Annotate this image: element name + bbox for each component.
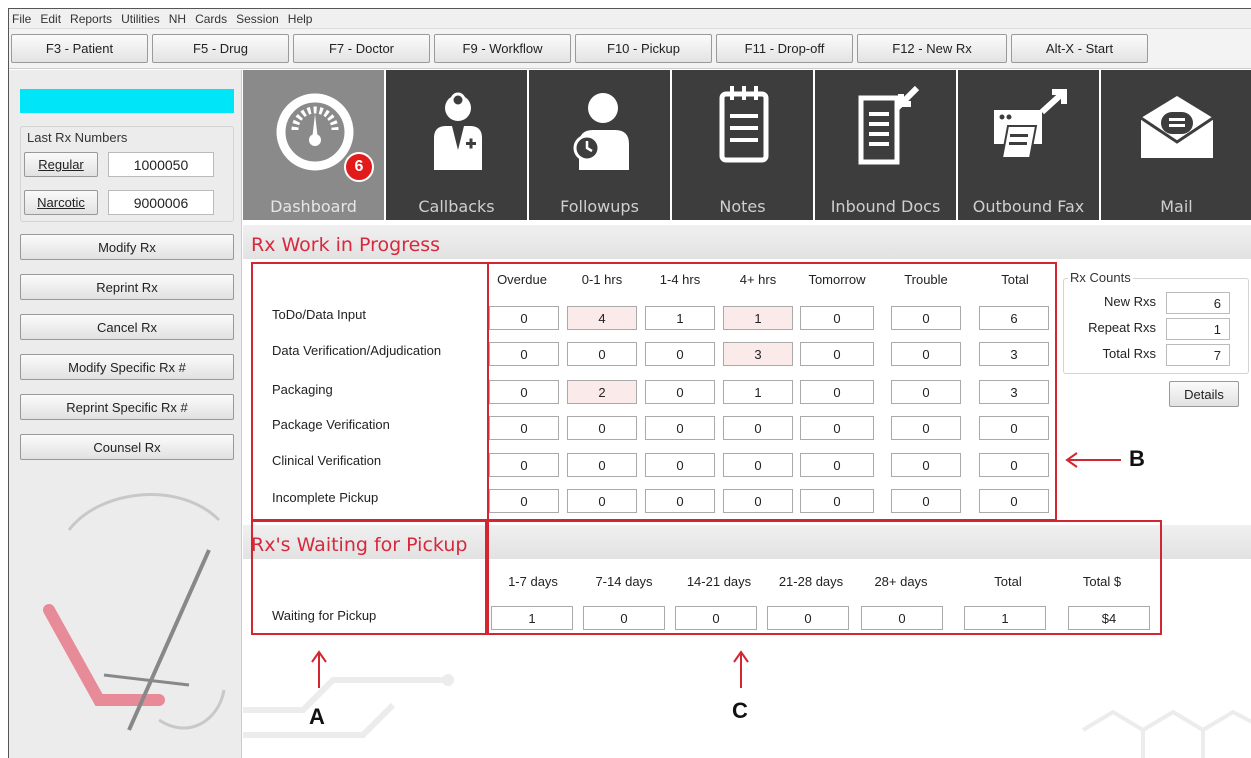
tile-notes-label: Notes	[719, 197, 766, 216]
tile-dashboard[interactable]: 6 Dashboard	[243, 70, 386, 220]
dashboard-count-badge: 6	[344, 152, 374, 182]
drug-button[interactable]: F5 - Drug	[152, 34, 289, 63]
app-window: File Edit Reports Utilities NH Cards Ses…	[8, 8, 1251, 758]
wip-title: Rx Work in Progress	[251, 234, 441, 256]
new-rxs-value: 6	[1166, 292, 1230, 314]
tile-mail[interactable]: Mail	[1101, 70, 1251, 220]
tile-followups-label: Followups	[560, 197, 639, 216]
annotation-box-a	[251, 520, 487, 635]
menu-nh[interactable]: NH	[169, 12, 186, 26]
annotation-box-c	[487, 520, 1162, 635]
modify-specific-rx-button[interactable]: Modify Specific Rx #	[20, 354, 234, 380]
new-rx-button[interactable]: F12 - New Rx	[857, 34, 1007, 63]
function-key-bar: F3 - Patient F5 - Drug F7 - Doctor F9 - …	[9, 29, 1251, 69]
document-inbound-icon	[858, 85, 920, 165]
module-icon-bar: 6 Dashboard Callbacks Followups Notes In…	[243, 70, 1251, 220]
menu-bar: File Edit Reports Utilities NH Cards Ses…	[9, 9, 1251, 29]
counsel-rx-button[interactable]: Counsel Rx	[20, 434, 234, 460]
menu-cards[interactable]: Cards	[195, 12, 227, 26]
repeat-rxs-value: 1	[1166, 318, 1230, 340]
last-rx-numbers-group: Last Rx Numbers Regular 1000050 Narcotic…	[20, 126, 234, 222]
notepad-icon	[719, 86, 769, 163]
regular-rx-number: 1000050	[108, 152, 214, 177]
tile-dashboard-label: Dashboard	[270, 197, 357, 216]
modify-rx-button[interactable]: Modify Rx	[20, 234, 234, 260]
gauge-icon	[276, 93, 354, 171]
annotation-box-wip	[251, 262, 1057, 521]
regular-button[interactable]: Regular	[24, 152, 98, 177]
repeat-rxs-label: Repeat Rxs	[1088, 320, 1156, 335]
left-panel: Last Rx Numbers Regular 1000050 Narcotic…	[9, 70, 242, 758]
total-rxs-value: 7	[1166, 344, 1230, 366]
narcotic-button[interactable]: Narcotic	[24, 190, 98, 215]
start-button[interactable]: Alt-X - Start	[1011, 34, 1148, 63]
drop-off-button[interactable]: F11 - Drop-off	[716, 34, 853, 63]
doctor-icon	[434, 92, 482, 170]
annotation-divider	[487, 262, 489, 521]
pickup-button[interactable]: F10 - Pickup	[575, 34, 712, 63]
menu-help[interactable]: Help	[288, 12, 313, 26]
menu-reports[interactable]: Reports	[70, 12, 112, 26]
status-bar	[20, 89, 234, 113]
background-circuit-decoration	[243, 674, 1251, 758]
patient-button[interactable]: F3 - Patient	[11, 34, 148, 63]
last-rx-numbers-title: Last Rx Numbers	[27, 130, 128, 145]
envelope-icon	[1140, 96, 1214, 158]
annotation-label-b: B	[1129, 446, 1145, 471]
tile-followups[interactable]: Followups	[529, 70, 672, 220]
tile-notes[interactable]: Notes	[672, 70, 815, 220]
tile-mail-label: Mail	[1160, 197, 1193, 216]
tile-inbound-docs[interactable]: Inbound Docs	[815, 70, 958, 220]
cancel-rx-button[interactable]: Cancel Rx	[20, 314, 234, 340]
tile-outbound-fax-label: Outbound Fax	[972, 197, 1085, 216]
arrow-left-icon	[1065, 452, 1121, 468]
dashboard-content: Rx Work in Progress Overdue 0-1 hrs 1-4 …	[243, 220, 1251, 758]
workflow-button[interactable]: F9 - Workflow	[434, 34, 571, 63]
narcotic-rx-number: 9000006	[108, 190, 214, 215]
reprint-rx-button[interactable]: Reprint Rx	[20, 274, 234, 300]
menu-session[interactable]: Session	[236, 12, 279, 26]
menu-utilities[interactable]: Utilities	[121, 12, 160, 26]
rx-counts-title: Rx Counts	[1068, 270, 1133, 285]
details-button[interactable]: Details	[1169, 381, 1239, 407]
tile-callbacks[interactable]: Callbacks	[386, 70, 529, 220]
new-rxs-label: New Rxs	[1103, 294, 1156, 309]
total-rxs-label: Total Rxs	[1102, 346, 1156, 361]
reprint-specific-rx-button[interactable]: Reprint Specific Rx #	[20, 394, 234, 420]
rx-counts-group: Rx Counts New Rxs 6 Repeat Rxs 1 Total R…	[1063, 270, 1249, 374]
tile-outbound-fax[interactable]: Outbound Fax	[958, 70, 1101, 220]
tile-inbound-docs-label: Inbound Docs	[830, 197, 941, 216]
tile-callbacks-label: Callbacks	[418, 197, 495, 216]
person-clock-icon	[573, 93, 629, 170]
doctor-button[interactable]: F7 - Doctor	[293, 34, 430, 63]
fax-icon	[994, 89, 1067, 159]
watermark-logo	[43, 493, 226, 731]
menu-file[interactable]: File	[12, 12, 31, 26]
menu-edit[interactable]: Edit	[40, 12, 61, 26]
